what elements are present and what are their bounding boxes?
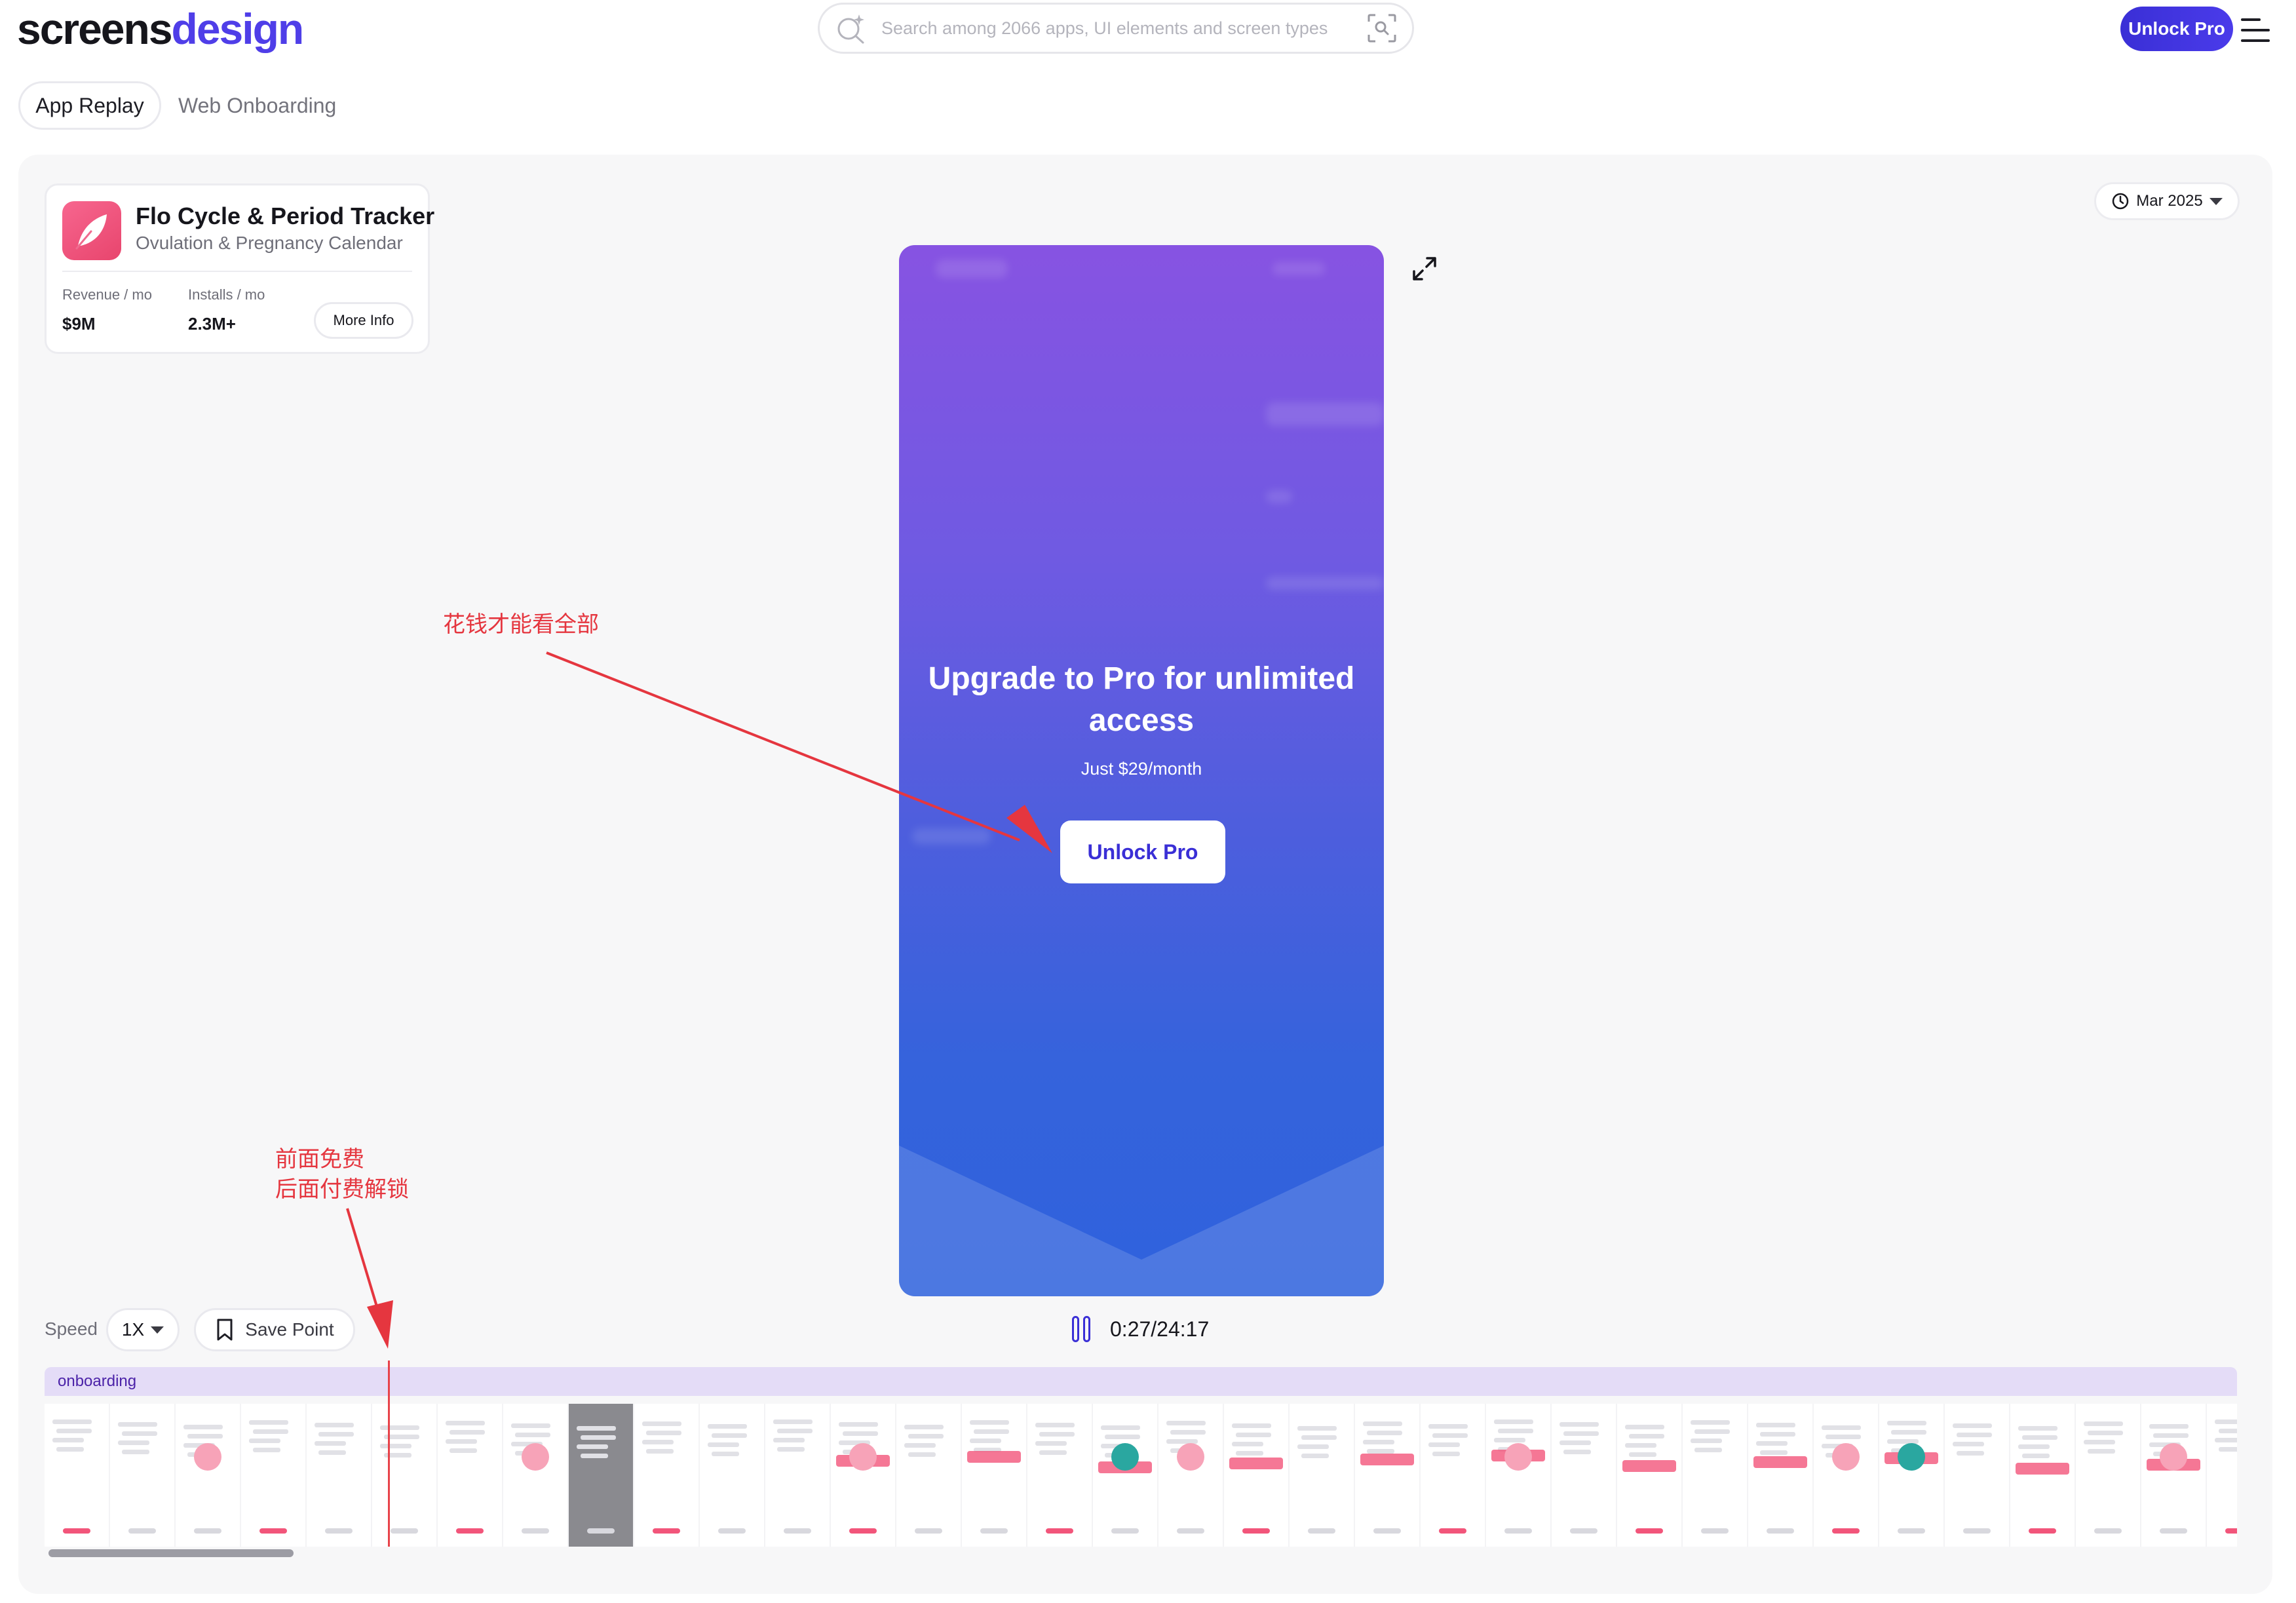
- screen-filmstrip[interactable]: [45, 1404, 2237, 1547]
- date-filter-value: Mar 2025: [2136, 192, 2203, 210]
- screen-thumbnail[interactable]: [176, 1404, 240, 1547]
- screen-thumbnail[interactable]: [1552, 1404, 1616, 1547]
- revenue-value: $9M: [62, 314, 96, 334]
- screen-thumbnail[interactable]: [1421, 1404, 1485, 1547]
- app-subtitle: Ovulation & Pregnancy Calendar: [136, 233, 403, 253]
- menu-icon[interactable]: [2241, 17, 2270, 43]
- date-filter-dropdown[interactable]: Mar 2025: [2094, 182, 2240, 220]
- section-label-text: onboarding: [58, 1372, 137, 1390]
- tab-web-onboarding[interactable]: Web Onboarding: [174, 81, 355, 130]
- annotation-top: 花钱才能看全部: [443, 611, 599, 638]
- timeline-section-label: onboarding: [45, 1367, 2237, 1396]
- installs-value: 2.3M+: [188, 314, 236, 334]
- annotation-bottom-line2: 后面付费解锁: [275, 1176, 409, 1203]
- screen-thumbnail[interactable]: [1748, 1404, 1812, 1547]
- bookmark-icon: [217, 1319, 233, 1341]
- screen-thumbnail[interactable]: [831, 1404, 895, 1547]
- save-point-button[interactable]: Save Point: [194, 1308, 355, 1351]
- playback-time: 0:27/24:17: [1110, 1317, 1210, 1341]
- screen-thumbnail[interactable]: [2076, 1404, 2140, 1547]
- speed-value: 1X: [121, 1319, 145, 1340]
- pause-icon[interactable]: [1072, 1316, 1094, 1345]
- chevron-down-icon: [2209, 197, 2223, 205]
- screen-thumbnail[interactable]: [307, 1404, 371, 1547]
- screen-thumbnail[interactable]: [569, 1404, 633, 1547]
- save-point-label: Save Point: [245, 1319, 334, 1340]
- paywall-unlock-button[interactable]: Unlock Pro: [1060, 821, 1225, 883]
- site-logo[interactable]: screensdesign: [17, 3, 305, 55]
- screen-thumbnail[interactable]: [241, 1404, 305, 1547]
- screen-thumbnail[interactable]: [1158, 1404, 1223, 1547]
- timeline-playhead[interactable]: [388, 1361, 390, 1547]
- more-info-button[interactable]: More Info: [314, 302, 413, 339]
- screen-thumbnail[interactable]: [700, 1404, 764, 1547]
- clock-icon: [2113, 193, 2129, 210]
- card-divider: [62, 271, 412, 272]
- screen-thumbnail[interactable]: [1290, 1404, 1354, 1547]
- screen-thumbnail[interactable]: [372, 1404, 436, 1547]
- speed-dropdown[interactable]: 1X: [106, 1308, 180, 1351]
- screen-thumbnail[interactable]: [1814, 1404, 1878, 1547]
- sparkle-search-icon: [837, 14, 864, 44]
- search-bar[interactable]: [818, 3, 1414, 54]
- app-screen-preview: Upgrade to Pro for unlimited access Just…: [899, 245, 1384, 1296]
- app-info-card: Flo Cycle & Period Tracker Ovulation & P…: [45, 183, 434, 354]
- screen-thumbnail[interactable]: [1683, 1404, 1747, 1547]
- screen-thumbnail[interactable]: [1945, 1404, 2009, 1547]
- paywall-price: Just $29/month: [1081, 759, 1202, 779]
- tab-app-replay[interactable]: App Replay: [18, 81, 161, 130]
- screen-thumbnail[interactable]: [110, 1404, 174, 1547]
- screen-thumbnail[interactable]: [1617, 1404, 1681, 1547]
- revenue-label: Revenue / mo: [62, 286, 152, 303]
- flo-feather-icon[interactable]: [62, 201, 121, 260]
- expand-icon[interactable]: [1411, 256, 1438, 282]
- screen-thumbnail[interactable]: [1093, 1404, 1157, 1547]
- screen-thumbnail[interactable]: [962, 1404, 1026, 1547]
- screen-thumbnail[interactable]: [503, 1404, 567, 1547]
- image-search-icon[interactable]: [1366, 12, 1398, 44]
- unlock-pro-button[interactable]: Unlock Pro: [2120, 7, 2233, 51]
- speed-label: Speed: [45, 1319, 98, 1339]
- filmstrip-scrollbar[interactable]: [48, 1549, 294, 1557]
- paywall-chevron-shape: [899, 1146, 1384, 1296]
- screen-thumbnail[interactable]: [765, 1404, 830, 1547]
- annotation-bottom-line1: 前面免费: [275, 1146, 364, 1172]
- logo-text-design: design: [171, 5, 305, 53]
- screen-thumbnail[interactable]: [1486, 1404, 1550, 1547]
- screen-thumbnail[interactable]: [2141, 1404, 2206, 1547]
- screen-thumbnail[interactable]: [2207, 1404, 2237, 1547]
- app-title[interactable]: Flo Cycle & Period Tracker: [136, 203, 434, 230]
- screen-thumbnail[interactable]: [896, 1404, 961, 1547]
- screen-thumbnail[interactable]: [45, 1404, 109, 1547]
- screen-thumbnail[interactable]: [1224, 1404, 1288, 1547]
- installs-label: Installs / mo: [188, 286, 265, 303]
- screen-thumbnail[interactable]: [634, 1404, 698, 1547]
- screen-thumbnail[interactable]: [438, 1404, 502, 1547]
- screen-thumbnail[interactable]: [2010, 1404, 2075, 1547]
- chevron-down-icon: [151, 1326, 164, 1334]
- screen-thumbnail[interactable]: [1355, 1404, 1419, 1547]
- search-input[interactable]: [880, 17, 1366, 39]
- paywall-title: Upgrade to Pro for unlimited access: [928, 661, 1355, 738]
- logo-text-screens: screens: [17, 5, 173, 53]
- screen-thumbnail[interactable]: [1027, 1404, 1092, 1547]
- screen-thumbnail[interactable]: [1879, 1404, 1943, 1547]
